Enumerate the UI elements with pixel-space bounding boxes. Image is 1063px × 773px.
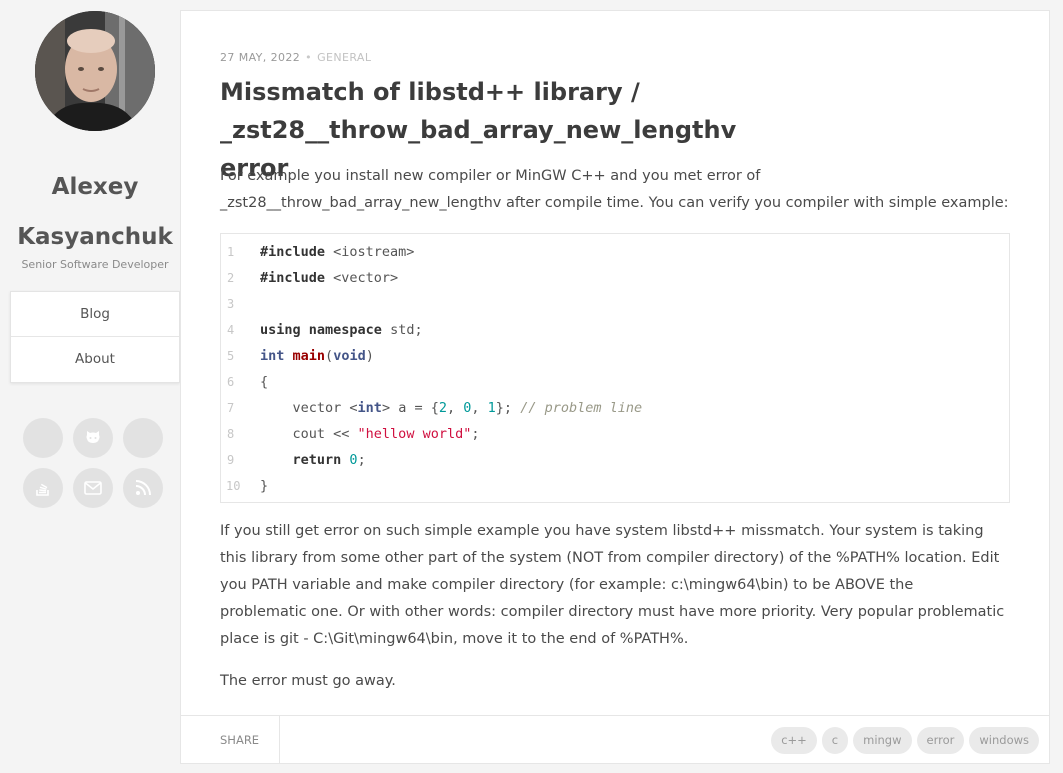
code-line: 10}: [221, 473, 1009, 499]
post-title-line: Missmatch of libstd++ library / _zst28__…: [220, 78, 737, 144]
paragraph-line: place is git - C:\Git\mingw64\bin, move …: [220, 631, 689, 647]
code-token: (: [325, 348, 334, 364]
nav-item-blog[interactable]: Blog: [11, 292, 179, 337]
meta-separator: •: [305, 51, 313, 64]
paragraph-line: For example you install new compiler or …: [220, 168, 761, 184]
post-date: 27 MAY, 2022: [220, 51, 301, 64]
code-token: > a = {: [381, 400, 439, 416]
line-number: 1: [227, 245, 235, 259]
code-token: return: [260, 452, 342, 468]
code-token: };: [495, 400, 521, 416]
code-token: main: [292, 348, 326, 364]
code-token: ): [365, 348, 374, 364]
code-line: 2 #include <vector>: [221, 265, 1009, 291]
author-name: Alexey Kasyanchuk: [0, 162, 190, 262]
post-body: If you still get error on such simple ex…: [220, 518, 1020, 653]
avatar[interactable]: [35, 11, 155, 131]
code-token: #include: [260, 244, 326, 260]
code-line: 6{: [221, 369, 1009, 395]
code-token: 2: [438, 400, 447, 416]
line-number: 6: [227, 375, 235, 389]
paragraph-line: _zst28__throw_bad_array_new_lengthv afte…: [220, 195, 1009, 211]
code-comment: // problem line: [520, 400, 643, 416]
post-closing: The error must go away.: [220, 673, 396, 689]
twitter-icon[interactable]: [123, 418, 163, 458]
line-number: 8: [227, 427, 235, 441]
tag-error[interactable]: error: [916, 727, 965, 754]
post-intro: For example you install new compiler or …: [220, 163, 1020, 217]
code-line: 1 #include <iostream>: [221, 239, 1009, 265]
email-icon[interactable]: [73, 468, 113, 508]
code-token: void: [333, 348, 366, 364]
line-number: 5: [227, 349, 235, 363]
tag-c[interactable]: c: [821, 727, 849, 754]
code-token: std;: [381, 322, 423, 338]
share-button[interactable]: SHARE: [181, 716, 280, 764]
code-token: cout <<: [260, 426, 358, 442]
code-line: 4 using namespace std;: [221, 317, 1009, 343]
code-token: }: [260, 478, 269, 494]
tag-mingw[interactable]: mingw: [853, 727, 912, 754]
stackoverflow-icon[interactable]: [23, 468, 63, 508]
paragraph-line: this library from some other part of the…: [220, 550, 1000, 566]
line-number: 3: [227, 297, 235, 311]
code-line: 3: [221, 291, 1009, 317]
post-category[interactable]: GENERAL: [317, 51, 371, 64]
paragraph-line: If you still get error on such simple ex…: [220, 523, 984, 539]
line-number: 7: [227, 401, 235, 415]
author-last-name: Kasyanchuk: [17, 224, 173, 250]
author-role: Senior Software Developer: [21, 258, 169, 271]
code-token: ;: [471, 426, 480, 442]
code-line: 8 cout << "hellow world";: [221, 421, 1009, 447]
tag-list: c++ c mingw error windows: [771, 727, 1039, 754]
tag-windows[interactable]: windows: [969, 727, 1039, 754]
code-token: ,: [446, 400, 464, 416]
post-footer: SHARE c++ c mingw error windows: [181, 715, 1049, 764]
code-token: 1: [487, 400, 496, 416]
sidebar: Alexey Kasyanchuk Senior Software Develo…: [0, 0, 180, 773]
author-first-name: Alexey: [51, 174, 139, 200]
code-token: using: [260, 322, 301, 338]
code-token: <iostream>: [325, 244, 415, 260]
nav-item-about[interactable]: About: [11, 337, 179, 382]
paragraph-line: you PATH variable and make compiler dire…: [220, 577, 914, 593]
line-number: 9: [227, 453, 235, 467]
sidebar-nav: Blog About: [10, 291, 180, 383]
code-token: namespace: [308, 322, 382, 338]
line-number: 4: [227, 323, 235, 337]
code-token: #include: [260, 270, 326, 286]
paragraph-line: problematic one. Or with other words: co…: [220, 604, 1005, 620]
code-string: "hellow world": [357, 426, 472, 442]
post-card: 27 MAY, 2022 • GENERAL Missmatch of libstd…: [180, 10, 1050, 764]
github-icon[interactable]: [73, 418, 113, 458]
line-number: 10: [226, 479, 241, 493]
line-number: 2: [227, 271, 235, 285]
code-token: vector <: [260, 400, 358, 416]
code-token: int: [357, 400, 382, 416]
code-token: ;: [357, 452, 366, 468]
tag-cpp[interactable]: c++: [771, 727, 817, 754]
code-block: 1 #include <iostream> 2 #include <vector> …: [220, 233, 1010, 503]
code-token: <vector>: [325, 270, 399, 286]
code-line: 9 return 0;: [221, 447, 1009, 473]
code-token: 0: [349, 452, 358, 468]
code-token: int: [260, 348, 285, 364]
code-token: {: [260, 374, 269, 390]
rss-icon[interactable]: [123, 468, 163, 508]
code-token: ,: [471, 400, 488, 416]
linkedin-icon[interactable]: [23, 418, 63, 458]
code-line: 7 vector <int> a = {2, 0, 1}; // problem…: [221, 395, 1009, 421]
code-line: 5 int main(void): [221, 343, 1009, 369]
post-meta: 27 MAY, 2022 • GENERAL: [220, 51, 371, 64]
